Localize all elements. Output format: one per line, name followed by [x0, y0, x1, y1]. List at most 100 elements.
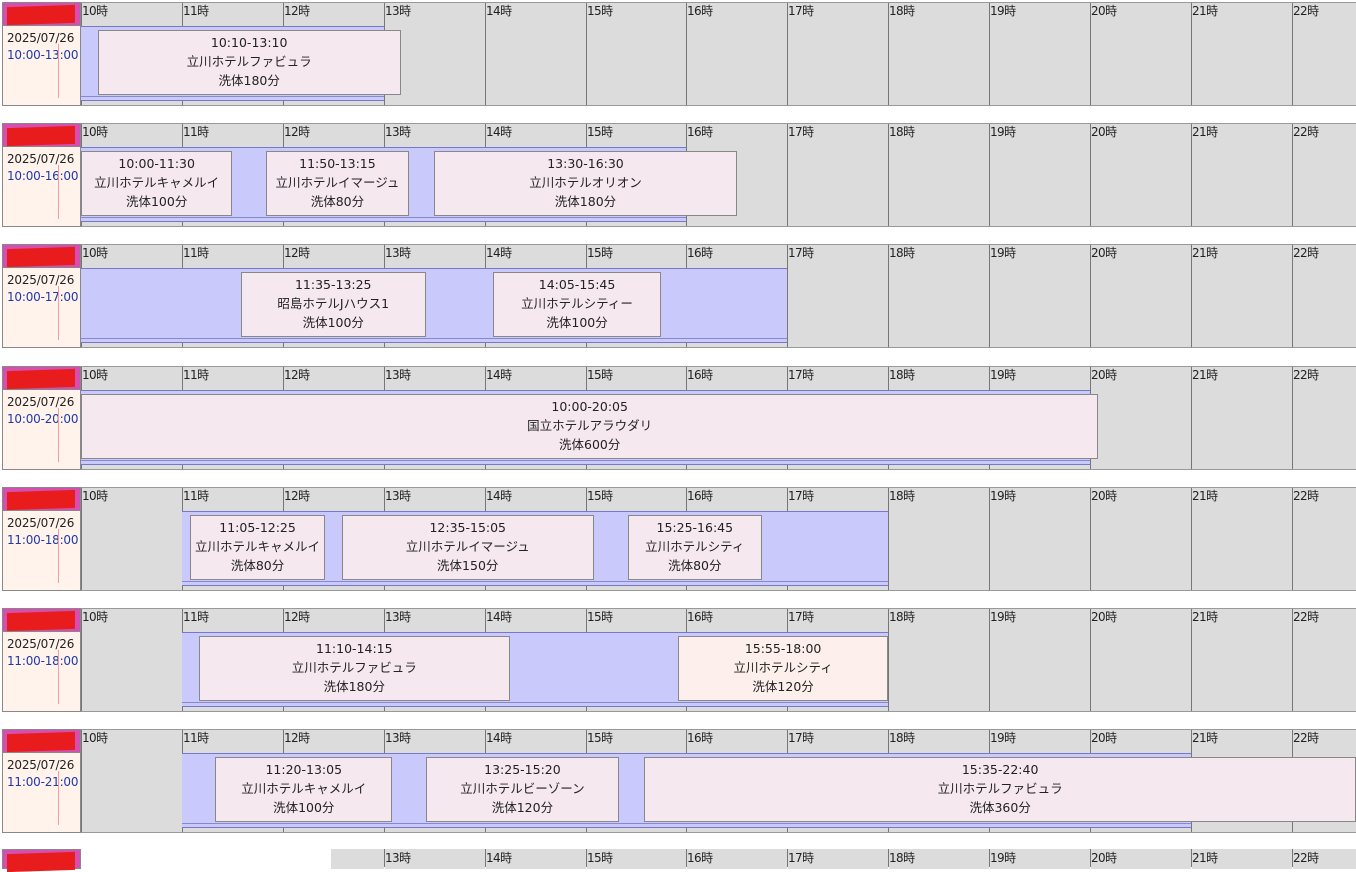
- booking-card[interactable]: 10:00-11:30 立川ホテルキャメルイ 洗体100分: [81, 151, 233, 216]
- shift-range[interactable]: 11:00-21:00: [7, 775, 78, 789]
- hour-label: 19時: [990, 731, 1016, 745]
- hour-slot[interactable]: [788, 147, 888, 227]
- hour-slot[interactable]: [1293, 26, 1356, 106]
- staff-info-cell[interactable]: 2025/07/26 11:00-18:00: [2, 511, 81, 591]
- hour-slot[interactable]: [990, 511, 1090, 591]
- shift-block[interactable]: [81, 268, 788, 343]
- hour-header: 13時: [385, 487, 485, 511]
- booking-duration: 洗体100分: [125, 194, 188, 209]
- booking-card[interactable]: 15:55-18:00 立川ホテルシティ 洗体120分: [678, 636, 889, 701]
- hour-slot[interactable]: [889, 511, 989, 591]
- hour-slot[interactable]: [82, 632, 182, 712]
- booking-card[interactable]: 13:25-15:20 立川ホテルビーゾーン 洗体120分: [425, 757, 620, 822]
- hour-slot[interactable]: [1091, 26, 1191, 106]
- hour-label: 21時: [1192, 246, 1218, 260]
- hour-slot[interactable]: [1293, 511, 1356, 591]
- booking-card[interactable]: 15:25-16:45 立川ホテルシティ 洗体80分: [627, 515, 763, 580]
- hour-label: 14時: [486, 731, 512, 745]
- staff-name-header: [2, 123, 81, 147]
- booking-card[interactable]: 14:05-15:45 立川ホテルシティー 洗体100分: [492, 272, 662, 337]
- hour-slot[interactable]: [1293, 632, 1356, 712]
- booking-card[interactable]: 11:35-13:25 昭島ホテルJハウス1 洗体100分: [240, 272, 426, 337]
- hour-slot[interactable]: [1091, 268, 1191, 348]
- hour-slot[interactable]: [990, 268, 1090, 348]
- hour-slot[interactable]: [1091, 390, 1191, 470]
- hour-column: 21時: [1191, 123, 1292, 227]
- now-indicator-line: [58, 650, 59, 704]
- hour-slot[interactable]: [990, 632, 1090, 712]
- hour-label: 10時: [82, 610, 108, 624]
- hour-slot[interactable]: [1192, 26, 1292, 106]
- staff-info-cell[interactable]: 2025/07/26 11:00-21:00: [2, 753, 81, 833]
- hour-header: 11時: [183, 366, 283, 390]
- booking-place: 立川ホテルキャメルイ: [94, 175, 220, 190]
- hour-slot[interactable]: [1192, 268, 1292, 348]
- booking-time: 10:00-20:05: [551, 399, 628, 414]
- booking-card[interactable]: 11:10-14:15 立川ホテルファビュラ 洗体180分: [198, 636, 510, 701]
- hour-slot[interactable]: [889, 632, 989, 712]
- hour-slot[interactable]: [1293, 147, 1356, 227]
- booking-card[interactable]: 15:35-22:40 立川ホテルファビュラ 洗体360分: [644, 757, 1356, 822]
- hour-slot[interactable]: [486, 26, 586, 106]
- hour-slot[interactable]: [990, 147, 1090, 227]
- shift-range[interactable]: 10:00-16:00: [7, 169, 78, 183]
- hour-slot[interactable]: [1091, 511, 1191, 591]
- hour-slot[interactable]: [1192, 147, 1292, 227]
- hour-slot[interactable]: [889, 26, 989, 106]
- booking-card[interactable]: 10:10-13:10 立川ホテルファビュラ 洗体180分: [97, 30, 401, 95]
- booking-card[interactable]: 11:05-12:25 立川ホテルキャメルイ 洗体80分: [190, 515, 325, 580]
- hour-slot[interactable]: [788, 268, 888, 348]
- hour-header: 16時: [687, 608, 787, 632]
- hour-column: 20時: [1090, 366, 1191, 470]
- shift-range[interactable]: 11:00-18:00: [7, 533, 78, 547]
- hour-slot[interactable]: [687, 26, 787, 106]
- staff-info-cell[interactable]: 2025/07/26 10:00-16:00: [2, 147, 81, 227]
- hour-slot[interactable]: [889, 268, 989, 348]
- hour-slot[interactable]: [82, 753, 182, 833]
- hour-label: 22時: [1293, 731, 1319, 745]
- staff-info-cell[interactable]: 2025/07/26 10:00-17:00: [2, 268, 81, 348]
- shift-range[interactable]: 10:00-13:00: [7, 48, 78, 62]
- staff-info-cell[interactable]: 2025/07/26 10:00-13:00: [2, 26, 81, 106]
- booking-time: 11:35-13:25: [294, 277, 372, 292]
- hour-label: 19時: [990, 246, 1016, 260]
- hour-label: 16時: [687, 246, 713, 260]
- booking-place: 立川ホテルファビュラ: [291, 660, 417, 675]
- hour-label: 14時: [486, 246, 512, 260]
- hour-slot[interactable]: [1192, 632, 1292, 712]
- staff-info-cell[interactable]: 2025/07/26 10:00-20:00: [2, 390, 81, 470]
- booking-card[interactable]: 11:50-13:15 立川ホテルイマージュ 洗体80分: [265, 151, 409, 216]
- hour-label: 21時: [1192, 610, 1218, 624]
- booking-card[interactable]: 13:30-16:30 立川ホテルオリオン 洗体180分: [434, 151, 737, 216]
- hour-slot[interactable]: [1293, 390, 1356, 470]
- hour-header: 22時: [1293, 849, 1356, 869]
- hour-label: 11時: [183, 125, 209, 139]
- hour-slot[interactable]: [889, 147, 989, 227]
- booking-card[interactable]: 10:00-20:05 国立ホテルアラウダリ 洗体600分: [81, 394, 1099, 459]
- hour-slot[interactable]: [82, 511, 182, 591]
- shift-range[interactable]: 10:00-20:00: [7, 412, 78, 426]
- hour-slot[interactable]: [788, 26, 888, 106]
- hour-header: 15時: [587, 244, 686, 268]
- booking-card[interactable]: 12:35-15:05 立川ホテルイマージュ 洗体150分: [341, 515, 594, 580]
- hour-header: 21時: [1192, 849, 1292, 869]
- hour-header: 12時: [284, 487, 384, 511]
- booking-card[interactable]: 11:20-13:05 立川ホテルキャメルイ 洗体100分: [215, 757, 393, 822]
- hour-label: 20時: [1091, 4, 1117, 18]
- hour-slot[interactable]: [587, 26, 686, 106]
- hour-column: 20時: [1090, 2, 1191, 106]
- hour-slot[interactable]: [1192, 511, 1292, 591]
- hour-slot[interactable]: [1091, 147, 1191, 227]
- hour-slot[interactable]: [1091, 632, 1191, 712]
- staff-info-cell[interactable]: 2025/07/26 11:00-18:00: [2, 632, 81, 712]
- hour-label: 18時: [889, 125, 915, 139]
- shift-range[interactable]: 10:00-17:00: [7, 290, 78, 304]
- hour-header: 17時: [788, 849, 888, 869]
- hour-label: 12時: [284, 368, 310, 382]
- shift-range[interactable]: 11:00-18:00: [7, 654, 78, 668]
- hour-header: 22時: [1293, 123, 1356, 147]
- hour-slot[interactable]: [1293, 268, 1356, 348]
- hour-slot[interactable]: [1192, 390, 1292, 470]
- schedule-row: 2025/07/26 10:00-16:00 10時 11時 12時 13時 14時 15時 1…: [0, 123, 1356, 227]
- hour-slot[interactable]: [990, 26, 1090, 106]
